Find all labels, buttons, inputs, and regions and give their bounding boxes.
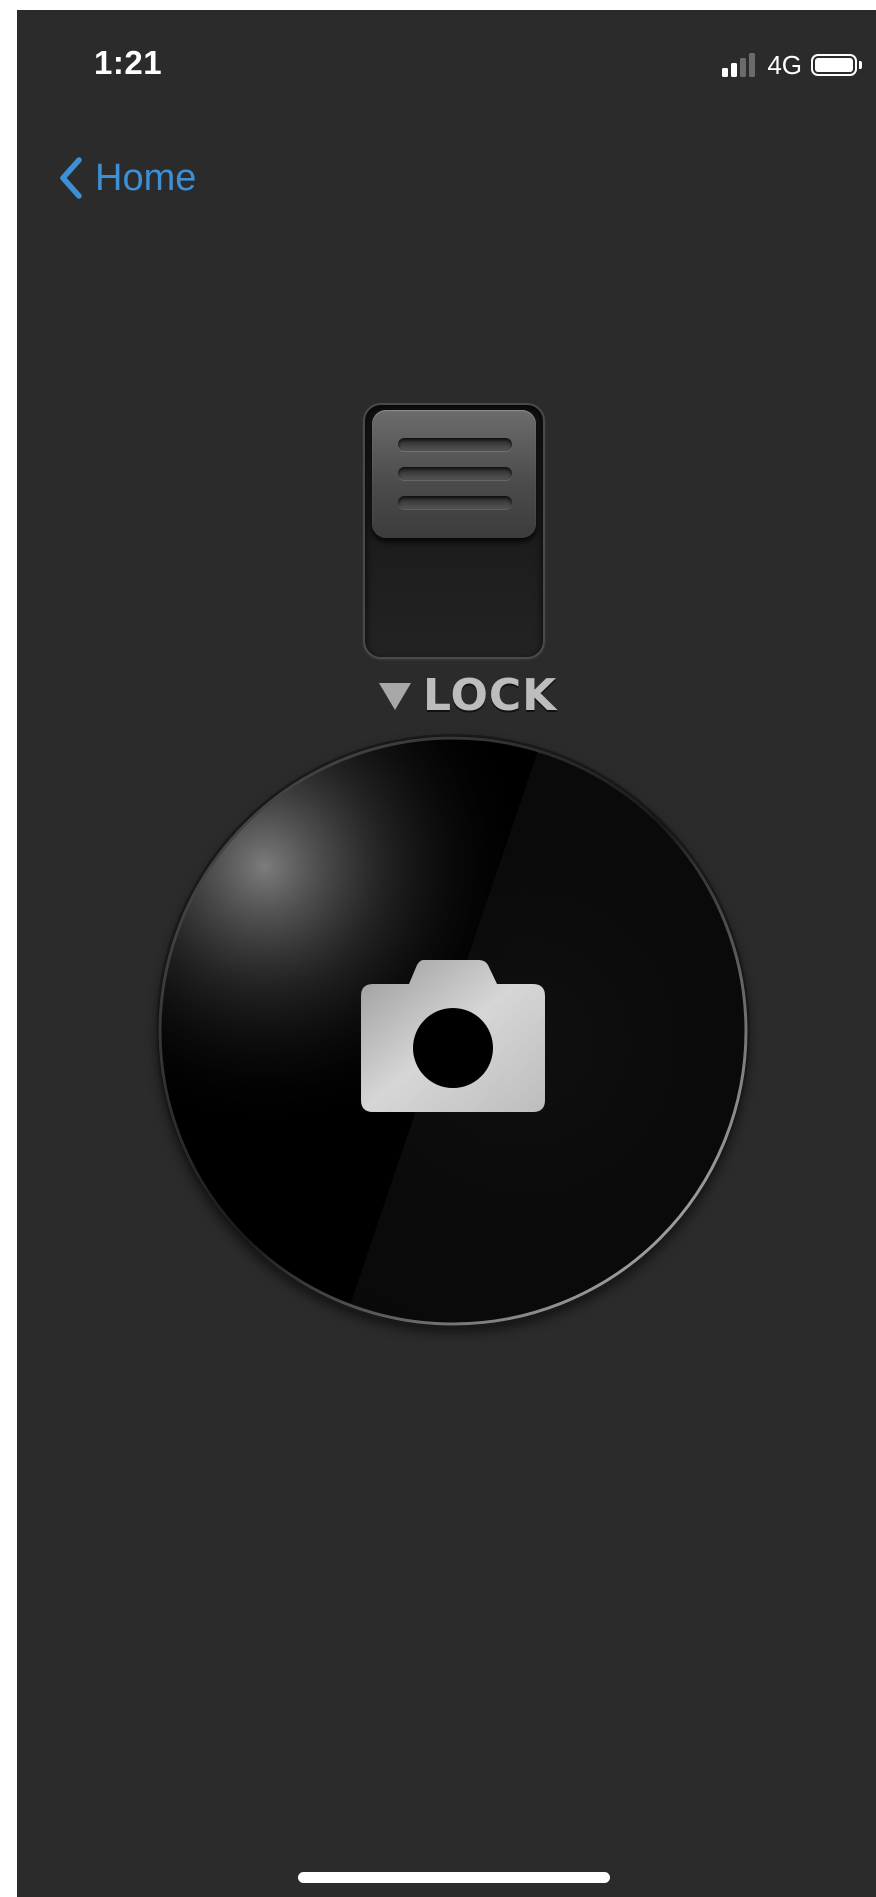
camera-remote-screen: 1:21 4G Home LOCK [17, 10, 876, 1897]
back-label: Home [95, 156, 197, 199]
home-indicator[interactable] [298, 1872, 610, 1883]
cellular-signal-icon [722, 53, 758, 77]
status-time: 1:21 [94, 44, 163, 81]
battery-tip [859, 61, 862, 69]
knob-groove [398, 438, 512, 451]
lock-text: LOCK [423, 670, 558, 721]
network-type: 4G [767, 49, 802, 80]
status-indicators: 4G [722, 50, 862, 80]
lock-switch-knob[interactable] [372, 410, 536, 538]
battery-full-icon [811, 54, 857, 76]
camera-icon [361, 960, 545, 1112]
knob-groove [398, 496, 512, 509]
back-button[interactable]: Home [57, 156, 196, 200]
knob-groove [398, 467, 512, 480]
lock-label: LOCK [377, 670, 557, 721]
triangle-down-icon [379, 682, 411, 710]
shutter-button[interactable] [158, 736, 748, 1326]
lock-switch[interactable] [363, 403, 545, 659]
chevron-left-icon [60, 157, 82, 199]
